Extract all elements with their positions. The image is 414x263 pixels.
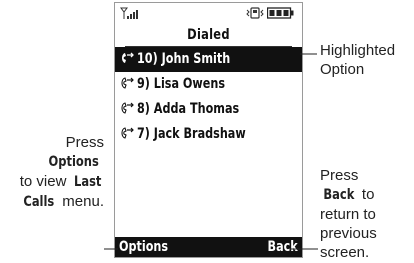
callout-text: Press [65, 134, 104, 151]
list-item[interactable]: 10) John Smith [115, 47, 302, 72]
back-key-label: Back [323, 187, 355, 203]
options-key-label: Options [48, 154, 99, 170]
callout-text: to [361, 186, 375, 203]
highlighted-option-callout: Highlighted Option [320, 41, 395, 79]
dialed-calls-list: 10) John Smith 9) Lisa Owens 8) Adda Tho… [115, 47, 302, 147]
callout-text: Press [320, 167, 359, 184]
list-item[interactable]: 7) Jack Bradshaw [115, 122, 302, 147]
phone-screen: Dialed 10) John Smith 9) Lisa Owens 8) A… [114, 2, 303, 258]
list-item-label: 7) Jack Bradshaw [137, 126, 246, 142]
outgoing-call-icon [122, 52, 134, 63]
back-softkey[interactable]: Back [268, 237, 298, 257]
options-callout: Press Options to view Last Calls menu. [0, 133, 104, 212]
screen-title: Dialed [187, 27, 230, 43]
list-item-label: 9) Lisa Owens [137, 76, 226, 92]
list-item[interactable]: 8) Adda Thomas [115, 97, 302, 122]
callout-text: previous [320, 225, 377, 242]
last-calls-label: Calls [23, 194, 55, 210]
callout-text: return to [320, 206, 376, 223]
battery-icon [267, 7, 294, 19]
list-item-label: 8) Adda Thomas [137, 101, 240, 117]
callout-text: to view [19, 173, 67, 190]
back-callout: Press Back to return to previous screen. [320, 166, 377, 262]
callout-text: Option [320, 61, 365, 78]
outgoing-call-icon [121, 77, 134, 89]
callout-text: Highlighted [320, 42, 396, 59]
outgoing-call-icon [121, 102, 134, 114]
options-softkey[interactable]: Options [119, 237, 168, 257]
vibrate-icon [246, 7, 264, 19]
outgoing-call-icon [121, 127, 134, 139]
signal-strength-icon [120, 7, 138, 19]
softkey-bar: Options Back [115, 237, 302, 257]
callout-text: screen. [320, 244, 370, 261]
list-item[interactable]: 9) Lisa Owens [115, 72, 302, 97]
status-bar [115, 3, 302, 23]
callout-text: menu. [62, 193, 104, 210]
last-calls-label: Last [73, 174, 101, 190]
list-item-label: 10) John Smith [137, 51, 231, 67]
